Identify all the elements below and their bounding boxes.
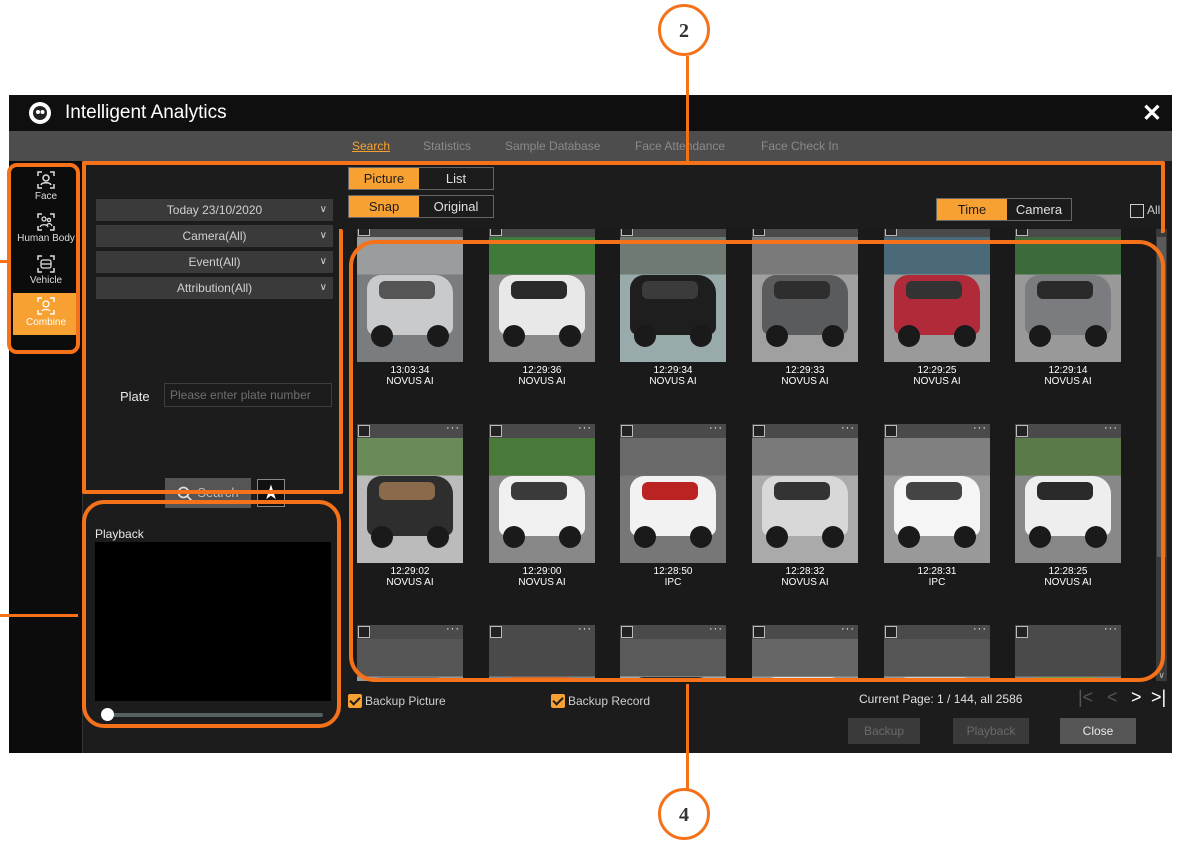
- last-page-icon[interactable]: >|: [1151, 687, 1166, 708]
- tab-bar: Search Statistics Sample Database Face A…: [9, 131, 1172, 161]
- prev-page-icon[interactable]: <: [1107, 687, 1118, 708]
- backup-record-checkbox[interactable]: [551, 694, 565, 708]
- tab-sample-database[interactable]: Sample Database: [505, 139, 600, 153]
- annotation-marker-2: 2: [658, 4, 710, 56]
- backup-picture-label: Backup Picture: [365, 694, 446, 708]
- annotation-line-2: [686, 56, 689, 162]
- page-info: Current Page: 1 / 144, all 2586: [859, 692, 1023, 706]
- backup-button[interactable]: Backup: [848, 718, 920, 744]
- annotation-line-4: [686, 684, 689, 790]
- annotation-marker-4: 4: [658, 788, 710, 840]
- tab-search[interactable]: Search: [352, 139, 390, 153]
- next-page-icon[interactable]: >: [1131, 687, 1142, 708]
- first-page-icon[interactable]: |<: [1078, 687, 1093, 708]
- close-icon[interactable]: ✕: [1142, 99, 1162, 128]
- tab-statistics[interactable]: Statistics: [423, 139, 471, 153]
- app-title: Intelligent Analytics: [65, 102, 227, 123]
- close-button[interactable]: Close: [1060, 718, 1136, 744]
- backup-picture-checkbox[interactable]: [348, 694, 362, 708]
- annotation-line-left-top: [0, 260, 8, 263]
- tab-face-check-in[interactable]: Face Check In: [761, 139, 838, 153]
- annotation-playback-box: [82, 500, 341, 728]
- annotation-grid-box: [349, 240, 1165, 682]
- annotation-line-left-bottom: [0, 614, 78, 617]
- backup-record-label: Backup Record: [568, 694, 651, 708]
- title-bar: Intelligent Analytics ✕: [9, 95, 1172, 131]
- page: Intelligent Analytics ✕ Search Statistic…: [0, 0, 1181, 842]
- logo-icon: [29, 102, 51, 124]
- annotation-filter-box-side: [82, 229, 343, 494]
- tab-face-attendance[interactable]: Face Attendance: [635, 139, 725, 153]
- playback-button[interactable]: Playback: [953, 718, 1029, 744]
- annotation-filter-box-top: [82, 161, 1165, 233]
- annotation-sidebar-box: [7, 163, 80, 354]
